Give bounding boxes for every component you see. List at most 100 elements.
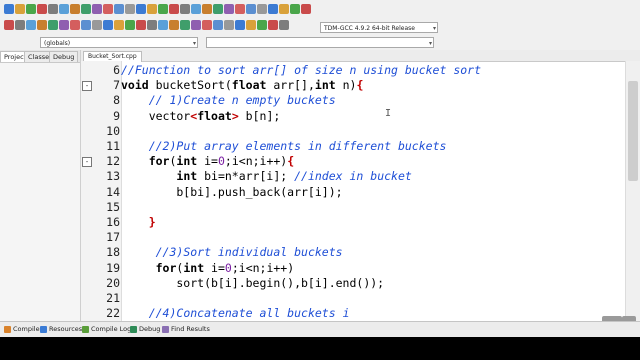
toolbar-button-icon[interactable]	[125, 4, 135, 14]
code-line: //4)Concatenate all buckets i	[121, 306, 626, 321]
toolbar-button-icon[interactable]	[213, 20, 223, 30]
toolbar-button-icon[interactable]	[59, 20, 69, 30]
toolbar-button-icon[interactable]	[224, 4, 234, 14]
toolbar-button-icon[interactable]	[26, 20, 36, 30]
toolbar-button-icon[interactable]	[191, 4, 201, 14]
toolbar-button-icon[interactable]	[169, 4, 179, 14]
toolbar-button-icon[interactable]	[26, 4, 36, 14]
toolbar-button-icon[interactable]	[235, 20, 245, 30]
bottom-tab-label: Debug	[139, 325, 161, 333]
toolbar-button-icon[interactable]	[158, 4, 168, 14]
compiler-select[interactable]: TDM-GCC 4.9.2 64-bit Release ▾	[320, 22, 438, 33]
toolbar-button-icon[interactable]	[136, 20, 146, 30]
toolbar-button-icon[interactable]	[257, 20, 267, 30]
toolbar-button-icon[interactable]	[202, 20, 212, 30]
code-line: sort(b[i].begin(),b[i].end());	[121, 276, 626, 291]
line-number: 22	[106, 306, 120, 321]
line-number: 10	[106, 123, 120, 138]
code-token: //index in bucket	[294, 169, 412, 184]
code-token: {	[287, 154, 295, 169]
fold-toggle-icon[interactable]: -	[82, 157, 92, 168]
toolbar-button-icon[interactable]	[81, 20, 91, 30]
toolbar-button-icon[interactable]	[235, 4, 245, 14]
line-number: 15	[106, 199, 120, 214]
toolbar-button-icon[interactable]	[169, 20, 179, 30]
toolbar-button-icon[interactable]	[257, 4, 267, 14]
bottom-tab[interactable]: Resources	[38, 324, 85, 335]
toolbar-button-icon[interactable]	[301, 4, 311, 14]
toolbar-button-icon[interactable]	[290, 4, 300, 14]
toolbar-button-icon[interactable]	[268, 4, 278, 14]
scrollbar-thumb[interactable]	[628, 81, 638, 181]
toolbar-button-icon[interactable]	[136, 4, 146, 14]
toolbar-button-icon[interactable]	[37, 4, 47, 14]
toolbar-button-icon[interactable]	[70, 20, 80, 30]
toolbar-button-icon[interactable]	[191, 20, 201, 30]
toolbar-button-icon[interactable]	[125, 20, 135, 30]
toolbar-area: TDM-GCC 4.9.2 64-bit Release ▾ (globals)…	[0, 0, 640, 51]
toolbar-button-icon[interactable]	[279, 4, 289, 14]
letterbox-bar	[0, 337, 640, 360]
toolbar-button-icon[interactable]	[147, 4, 157, 14]
code-token: float	[231, 78, 267, 93]
toolbar-button-icon[interactable]	[70, 4, 80, 14]
toolbar-button-icon[interactable]	[202, 4, 212, 14]
toolbar-row-1	[0, 2, 640, 16]
bottom-tab[interactable]: Compile Log	[80, 324, 134, 335]
toolbar-button-icon[interactable]	[246, 20, 256, 30]
toolbar-button-icon[interactable]	[279, 20, 289, 30]
bottom-tab[interactable]: Debug	[128, 324, 163, 335]
toolbar-button-icon[interactable]	[59, 4, 69, 14]
toolbar-button-icon[interactable]	[15, 4, 25, 14]
toolbar-button-icon[interactable]	[114, 4, 124, 14]
code-area[interactable]: //Function to sort arr[] of size n using…	[121, 61, 626, 321]
compiler-select-label: TDM-GCC 4.9.2 64-bit Release	[324, 25, 415, 32]
line-number: 18	[106, 245, 120, 260]
fold-toggle-icon[interactable]: -	[82, 81, 92, 92]
toolbar-button-icon[interactable]	[92, 20, 102, 30]
toolbar-button-icon[interactable]	[48, 20, 58, 30]
toolbar-button-icon[interactable]	[114, 20, 124, 30]
toolbar-button-icon[interactable]	[268, 20, 278, 30]
code-token: int	[176, 154, 198, 169]
code-token: sort(b[i].begin(),b[i].end());	[121, 275, 385, 290]
globals-select[interactable]: (globals) ▾	[40, 37, 198, 48]
toolbar-button-icon[interactable]	[147, 20, 157, 30]
toolbar-button-icon[interactable]	[103, 4, 113, 14]
tab-debug[interactable]: Debug	[49, 51, 79, 62]
code-token: >	[231, 108, 239, 123]
toolbar-button-icon[interactable]	[4, 4, 14, 14]
toolbar-button-icon[interactable]	[180, 20, 190, 30]
toolbar-button-icon[interactable]	[92, 4, 102, 14]
toolbar-button-icon[interactable]	[158, 20, 168, 30]
tab-icon	[130, 326, 137, 333]
toolbar-button-icon[interactable]	[15, 20, 25, 30]
code-token: //Function to sort arr[] of size n using…	[121, 63, 482, 77]
code-token: //3)Sort individual buckets	[155, 245, 343, 260]
code-token: ;i<n;i++)	[231, 260, 295, 275]
line-number: 19	[106, 260, 120, 275]
toolbar-button-icon[interactable]	[4, 20, 14, 30]
toolbar-button-icon[interactable]	[37, 20, 47, 30]
toolbar-button-icon[interactable]	[224, 20, 234, 30]
toolbar-button-icon[interactable]	[103, 20, 113, 30]
code-line: }	[121, 215, 626, 230]
code-token: bi=n*arr[i];	[197, 169, 295, 184]
code-token: n)	[335, 78, 357, 93]
toolbar-button-icon[interactable]	[81, 4, 91, 14]
code-token: b[n];	[238, 108, 281, 123]
toolbar-button-icon[interactable]	[246, 4, 256, 14]
toolbar-button-icon[interactable]	[213, 4, 223, 14]
vertical-scrollbar[interactable]	[625, 61, 640, 321]
members-select[interactable]: ▾	[206, 37, 434, 48]
toolbar-button-icon[interactable]	[180, 4, 190, 14]
bottom-tab[interactable]: Find Results	[160, 324, 213, 335]
code-token: int	[176, 169, 198, 184]
code-token: 0	[224, 260, 232, 275]
toolbar-button-icon[interactable]	[48, 4, 58, 14]
